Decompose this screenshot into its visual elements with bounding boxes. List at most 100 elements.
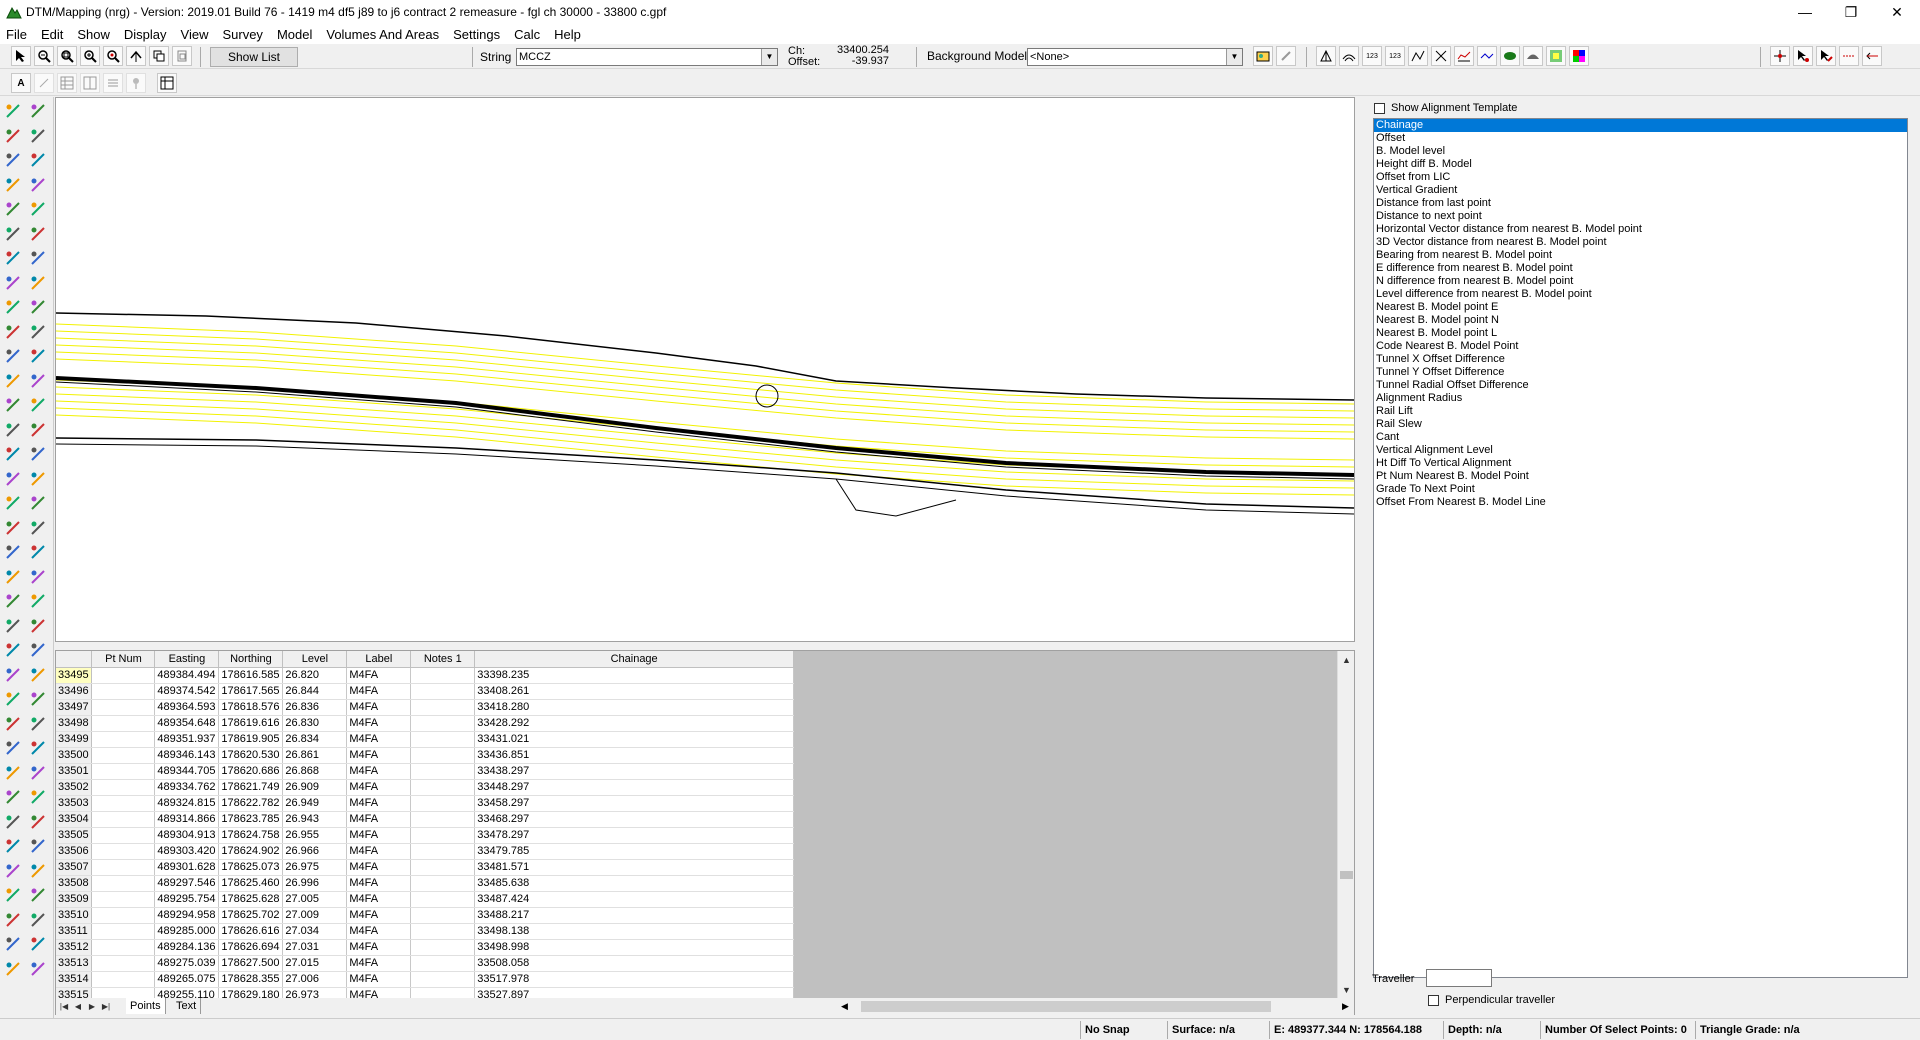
triangulate-icon[interactable] bbox=[1316, 46, 1336, 66]
col-pt-num[interactable]: Pt Num bbox=[91, 651, 156, 668]
table-cell[interactable] bbox=[410, 731, 476, 748]
table-cell[interactable]: 489384.494 bbox=[154, 667, 220, 684]
zoom-in-icon[interactable] bbox=[80, 46, 100, 66]
table-cell[interactable]: 33481.571 bbox=[474, 859, 794, 876]
trim-icon[interactable] bbox=[3, 836, 23, 856]
triangle-icon[interactable] bbox=[28, 322, 48, 342]
attribute-item[interactable]: Rail Lift bbox=[1374, 405, 1907, 418]
table-cell[interactable]: 178619.905 bbox=[218, 731, 284, 748]
table-cell[interactable] bbox=[410, 667, 476, 684]
attribute-item[interactable]: 3D Vector distance from nearest B. Model… bbox=[1374, 236, 1907, 249]
row-header[interactable]: 33514 bbox=[56, 971, 93, 988]
row-header[interactable]: 33497 bbox=[56, 699, 93, 716]
table-cell[interactable]: 26.949 bbox=[282, 795, 348, 812]
table-cell[interactable] bbox=[410, 779, 476, 796]
edit-string-icon[interactable] bbox=[1816, 46, 1836, 66]
col-label[interactable]: Label bbox=[346, 651, 412, 668]
snap-icon[interactable] bbox=[28, 763, 48, 783]
row-header[interactable]: 33504 bbox=[56, 811, 93, 828]
row-header[interactable]: 33511 bbox=[56, 923, 93, 940]
scroll-down-icon[interactable]: ▼ bbox=[1338, 981, 1355, 998]
table-cell[interactable]: 33485.638 bbox=[474, 875, 794, 892]
attribute-item[interactable]: B. Model level bbox=[1374, 145, 1907, 158]
table-row[interactable]: 33515 489255.110 178629.180 26.973 M4FA 33527… bbox=[56, 987, 794, 998]
table-cell[interactable]: 33479.785 bbox=[474, 843, 794, 860]
attribute-item[interactable]: Vertical Alignment Level bbox=[1374, 444, 1907, 457]
point-labels-icon[interactable]: 123 bbox=[1385, 46, 1405, 66]
menu-calc[interactable]: Calc bbox=[514, 27, 540, 42]
checkbox-box[interactable] bbox=[1428, 994, 1439, 1006]
surface-shade-icon[interactable] bbox=[1500, 46, 1520, 66]
table-cell[interactable] bbox=[410, 891, 476, 908]
table-cell[interactable]: 33517.978 bbox=[474, 971, 794, 988]
scroll-thumb[interactable] bbox=[1340, 871, 1353, 879]
table-cell[interactable]: 178625.073 bbox=[218, 859, 284, 876]
attribute-item[interactable]: Vertical Gradient bbox=[1374, 184, 1907, 197]
table-cell[interactable]: M4FA bbox=[346, 907, 412, 924]
table-cell[interactable]: 178620.530 bbox=[218, 747, 284, 764]
table-cell[interactable]: 178621.749 bbox=[218, 779, 284, 796]
table-cell[interactable]: 33468.297 bbox=[474, 811, 794, 828]
erase-icon[interactable] bbox=[3, 689, 23, 709]
row-header[interactable]: 33509 bbox=[56, 891, 93, 908]
attribute-list[interactable]: Chainage Offset B. Model level Height diff … bbox=[1373, 118, 1908, 978]
row-header[interactable]: 33502 bbox=[56, 779, 93, 796]
wave-icon[interactable] bbox=[3, 469, 23, 489]
table-cell[interactable]: 26.861 bbox=[282, 747, 348, 764]
table-cell[interactable]: 27.015 bbox=[282, 955, 348, 972]
table-row[interactable]: 33513 489275.039 178627.500 27.015 M4FA 33508… bbox=[56, 955, 794, 972]
menu-survey[interactable]: Survey bbox=[222, 27, 262, 42]
attribute-item[interactable]: Tunnel Y Offset Difference bbox=[1374, 366, 1907, 379]
attribute-item[interactable]: Pt Num Nearest B. Model Point bbox=[1374, 470, 1907, 483]
table-cell[interactable] bbox=[91, 779, 156, 796]
tree-icon[interactable] bbox=[28, 199, 48, 219]
table-cell[interactable]: 489265.075 bbox=[154, 971, 220, 988]
table-cell[interactable]: 33458.297 bbox=[474, 795, 794, 812]
table-cell[interactable]: 33488.217 bbox=[474, 907, 794, 924]
plan-drawing[interactable] bbox=[56, 98, 1354, 641]
table-cell[interactable] bbox=[91, 939, 156, 956]
table-row[interactable]: 33496 489374.542 178617.565 26.844 M4FA 33408… bbox=[56, 683, 794, 700]
table-cell[interactable] bbox=[91, 971, 156, 988]
table-row[interactable]: 33499 489351.937 178619.905 26.834 M4FA 33431… bbox=[56, 731, 794, 748]
scroll-right-icon[interactable]: ▶ bbox=[1337, 998, 1354, 1015]
table-row[interactable]: 33514 489265.075 178628.355 27.006 M4FA 33517… bbox=[56, 971, 794, 988]
attribute-item[interactable]: Bearing from nearest B. Model point bbox=[1374, 249, 1907, 262]
table-cell[interactable]: M4FA bbox=[346, 843, 412, 860]
string-direction-icon[interactable] bbox=[1839, 46, 1859, 66]
plan-view-canvas[interactable] bbox=[55, 97, 1355, 642]
table-row[interactable]: 33501 489344.705 178620.686 26.868 M4FA 33438… bbox=[56, 763, 794, 780]
table-cell[interactable]: 26.836 bbox=[282, 699, 348, 716]
table-row[interactable]: 33497 489364.593 178618.576 26.836 M4FA 33418… bbox=[56, 699, 794, 716]
table-cell[interactable]: 489294.958 bbox=[154, 907, 220, 924]
scroll-up-icon[interactable]: ▲ bbox=[1338, 651, 1355, 668]
menu-model[interactable]: Model bbox=[277, 27, 312, 42]
table-cell[interactable] bbox=[410, 923, 476, 940]
row-header[interactable]: 33503 bbox=[56, 795, 93, 812]
table-cell[interactable]: 489314.866 bbox=[154, 811, 220, 828]
attribute-item[interactable]: Level difference from nearest B. Model p… bbox=[1374, 288, 1907, 301]
rectangle-icon[interactable] bbox=[28, 224, 48, 244]
row-header[interactable]: 33508 bbox=[56, 875, 93, 892]
table-row[interactable]: 33512 489284.136 178626.694 27.031 M4FA 33498… bbox=[56, 939, 794, 956]
table-cell[interactable] bbox=[91, 795, 156, 812]
table-cell[interactable]: 178624.758 bbox=[218, 827, 284, 844]
table-cell[interactable] bbox=[410, 875, 476, 892]
table-cell[interactable]: 27.005 bbox=[282, 891, 348, 908]
table-cell[interactable]: 178625.460 bbox=[218, 875, 284, 892]
move-point-icon[interactable] bbox=[1770, 46, 1790, 66]
table-row[interactable]: 33509 489295.754 178625.628 27.005 M4FA 33487… bbox=[56, 891, 794, 908]
table-cell[interactable]: M4FA bbox=[346, 763, 412, 780]
table-cell[interactable]: 27.034 bbox=[282, 923, 348, 940]
table-cell[interactable]: M4FA bbox=[346, 987, 412, 998]
table-cell[interactable]: 178624.902 bbox=[218, 843, 284, 860]
row-header[interactable]: 33512 bbox=[56, 939, 93, 956]
grid-icon[interactable] bbox=[3, 175, 23, 195]
extend-icon[interactable] bbox=[28, 665, 48, 685]
table-cell[interactable]: 489344.705 bbox=[154, 763, 220, 780]
table-cell[interactable]: 489303.420 bbox=[154, 843, 220, 860]
table-cell[interactable] bbox=[91, 923, 156, 940]
table-cell[interactable] bbox=[91, 891, 156, 908]
table-cell[interactable] bbox=[410, 715, 476, 732]
table-cell[interactable] bbox=[91, 875, 156, 892]
